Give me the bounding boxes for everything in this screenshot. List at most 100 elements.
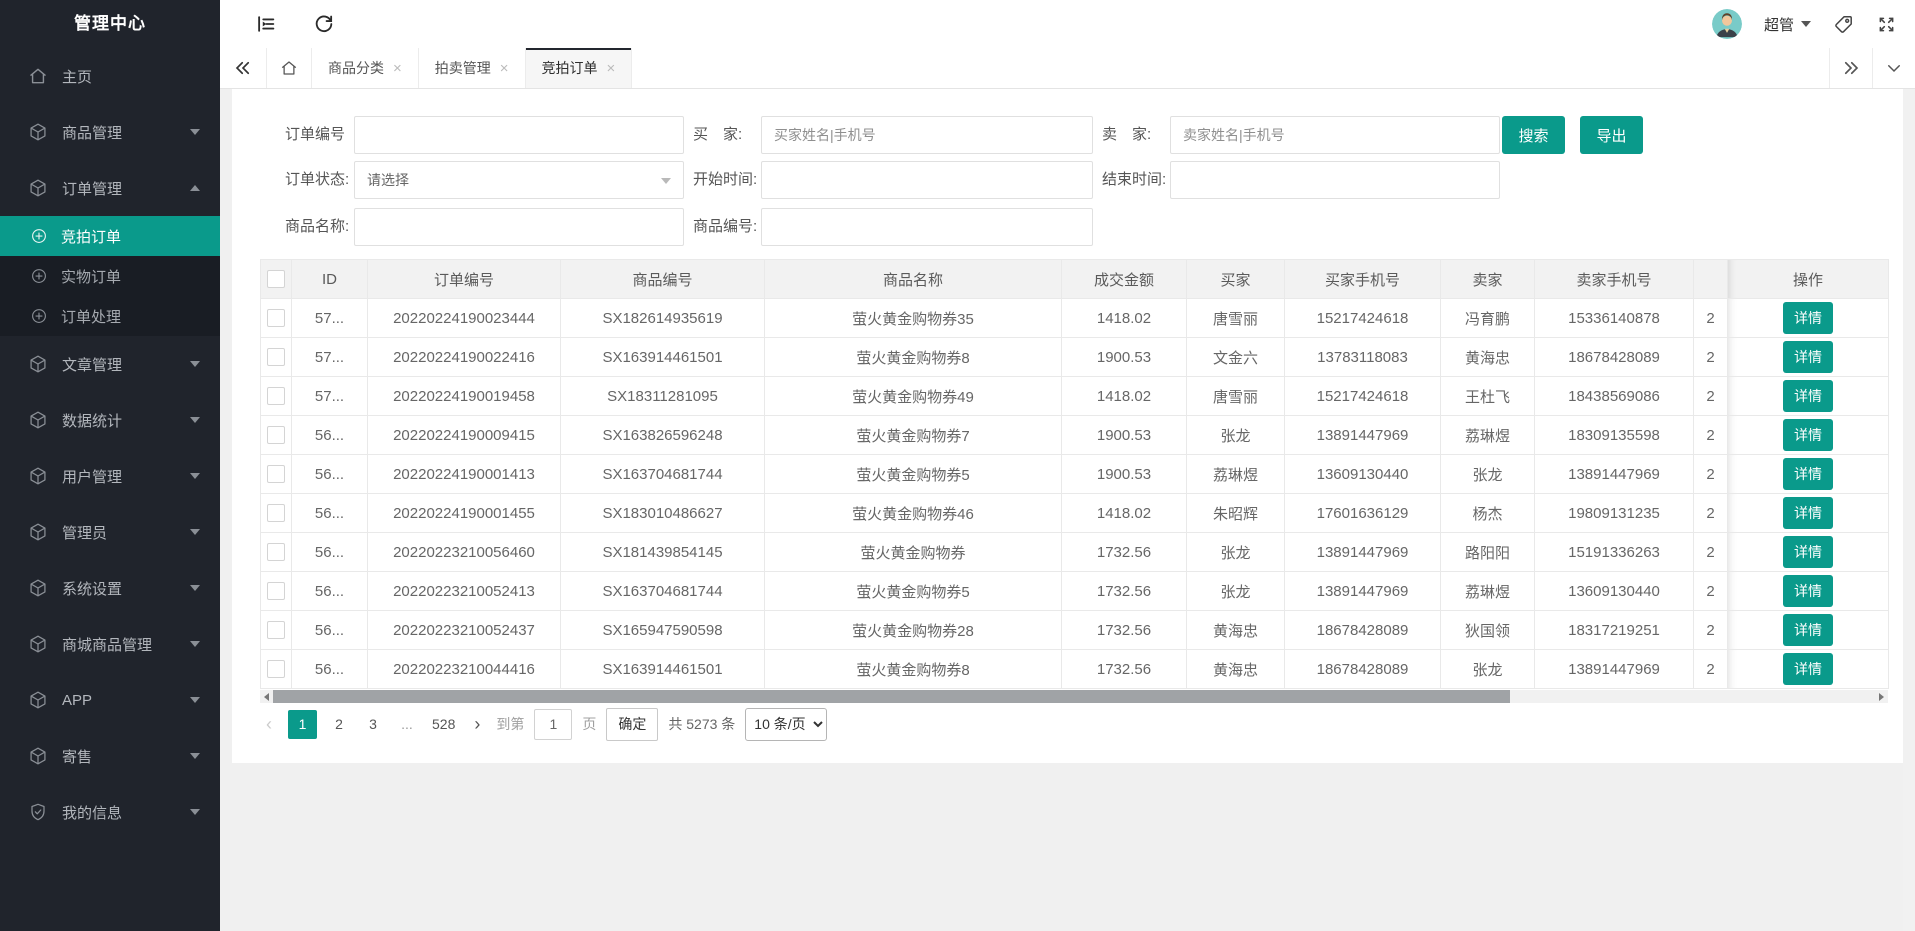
seller-input[interactable]: [1170, 116, 1500, 154]
detail-button[interactable]: 详情: [1783, 380, 1833, 412]
sidebar-item-settings[interactable]: 系统设置: [0, 560, 220, 616]
row-checkbox[interactable]: [267, 387, 285, 405]
export-button[interactable]: 导出: [1580, 116, 1643, 154]
sidebar-item-consignment[interactable]: 寄售: [0, 728, 220, 784]
end-time-input[interactable]: [1170, 161, 1500, 199]
seller-link[interactable]: 杨杰: [1441, 494, 1535, 533]
product-no-input[interactable]: [761, 208, 1093, 246]
sidebar-item-goods[interactable]: 商品管理: [0, 104, 220, 160]
row-checkbox[interactable]: [267, 582, 285, 600]
order-no-input[interactable]: [354, 116, 684, 154]
row-checkbox[interactable]: [267, 426, 285, 444]
row-checkbox[interactable]: [267, 309, 285, 327]
seller-link[interactable]: 狄国领: [1441, 611, 1535, 650]
prev-page-button[interactable]: ‹: [260, 714, 278, 735]
detail-button[interactable]: 详情: [1783, 341, 1833, 373]
order-status-select[interactable]: 请选择: [354, 161, 684, 199]
scroll-right-arrow[interactable]: [1875, 690, 1888, 703]
tag-icon[interactable]: [1833, 14, 1854, 35]
cell-action: 详情: [1728, 299, 1889, 338]
cell-seller-phone: 18438569086: [1535, 377, 1694, 416]
page-button-2[interactable]: 2: [327, 716, 351, 732]
sidebar-item-orders[interactable]: 订单管理: [0, 160, 220, 216]
sidebar-item-statistics[interactable]: 数据统计: [0, 392, 220, 448]
tab-bar: 商品分类×拍卖管理×竞拍订单×: [220, 48, 1915, 89]
product-name-input[interactable]: [354, 208, 684, 246]
detail-button[interactable]: 详情: [1783, 419, 1833, 451]
sidebar-item-app[interactable]: APP: [0, 672, 220, 728]
tabs-menu-icon[interactable]: [1872, 48, 1915, 88]
tab-auction-management[interactable]: 拍卖管理×: [419, 48, 526, 88]
sidebar-item-mall-goods[interactable]: 商城商品管理: [0, 616, 220, 672]
sidebar-item-physical-orders[interactable]: 实物订单: [0, 256, 220, 296]
close-icon[interactable]: ×: [500, 61, 509, 76]
seller-link[interactable]: 张龙: [1441, 650, 1535, 689]
row-checkbox[interactable]: [267, 660, 285, 678]
detail-button[interactable]: 详情: [1783, 458, 1833, 490]
sidebar-item-auction-orders[interactable]: 竞拍订单: [0, 216, 220, 256]
detail-button[interactable]: 详情: [1783, 536, 1833, 568]
cube-icon: [28, 466, 48, 486]
search-button[interactable]: 搜索: [1502, 116, 1565, 154]
row-checkbox[interactable]: [267, 543, 285, 561]
buyer-link[interactable]: 黄海忠: [1187, 611, 1285, 650]
seller-link[interactable]: 王杜飞: [1441, 377, 1535, 416]
buyer-link[interactable]: 朱昭辉: [1187, 494, 1285, 533]
user-menu[interactable]: 超管: [1764, 14, 1811, 35]
detail-button[interactable]: 详情: [1783, 653, 1833, 685]
seller-link[interactable]: 冯育鹏: [1441, 299, 1535, 338]
detail-button[interactable]: 详情: [1783, 614, 1833, 646]
close-icon[interactable]: ×: [393, 61, 402, 76]
buyer-link[interactable]: 唐雪丽: [1187, 377, 1285, 416]
row-checkbox[interactable]: [267, 621, 285, 639]
row-checkbox[interactable]: [267, 465, 285, 483]
cube-icon: [28, 690, 48, 710]
buyer-link[interactable]: 黄海忠: [1187, 650, 1285, 689]
next-page-button[interactable]: ›: [468, 714, 486, 735]
row-checkbox[interactable]: [267, 348, 285, 366]
buyer-link[interactable]: 张龙: [1187, 572, 1285, 611]
seller-link[interactable]: 路阳阳: [1441, 533, 1535, 572]
page-button-528[interactable]: 528: [429, 716, 458, 732]
buyer-link[interactable]: 文金六: [1187, 338, 1285, 377]
sidebar-item-home[interactable]: 主页: [0, 48, 220, 104]
seller-link[interactable]: 张龙: [1441, 455, 1535, 494]
tabs-scroll-right-icon[interactable]: [1829, 48, 1872, 88]
page-button-3[interactable]: 3: [361, 716, 385, 732]
row-checkbox[interactable]: [267, 504, 285, 522]
page-size-select[interactable]: 10 条/页: [745, 708, 827, 741]
start-time-input[interactable]: [761, 161, 1093, 199]
goto-page-input[interactable]: [534, 709, 572, 740]
sidebar-item-order-processing[interactable]: 订单处理: [0, 296, 220, 336]
sidebar-item-my-info[interactable]: 我的信息: [0, 784, 220, 840]
refresh-icon[interactable]: [313, 13, 335, 35]
confirm-button[interactable]: 确定: [606, 708, 658, 741]
sidebar-item-users[interactable]: 用户管理: [0, 448, 220, 504]
close-icon[interactable]: ×: [607, 61, 616, 76]
buyer-link[interactable]: 荔琳煜: [1187, 455, 1285, 494]
vertical-scrollbar[interactable]: [1903, 89, 1915, 931]
buyer-link[interactable]: 张龙: [1187, 533, 1285, 572]
tab-home[interactable]: [266, 48, 312, 88]
tab-goods-category[interactable]: 商品分类×: [312, 48, 419, 88]
buyer-link[interactable]: 唐雪丽: [1187, 299, 1285, 338]
sidebar-item-articles[interactable]: 文章管理: [0, 336, 220, 392]
detail-button[interactable]: 详情: [1783, 575, 1833, 607]
seller-link[interactable]: 荔琳煜: [1441, 572, 1535, 611]
detail-button[interactable]: 详情: [1783, 497, 1833, 529]
select-all-checkbox[interactable]: [267, 270, 285, 288]
buyer-input[interactable]: [761, 116, 1093, 154]
sidebar-toggle-icon[interactable]: [255, 13, 277, 35]
fullscreen-icon[interactable]: [1876, 14, 1897, 35]
avatar[interactable]: [1712, 9, 1742, 39]
scrollbar-thumb[interactable]: [273, 690, 1510, 703]
tabs-scroll-left-icon[interactable]: [220, 48, 266, 88]
buyer-link[interactable]: 张龙: [1187, 416, 1285, 455]
scroll-left-arrow[interactable]: [260, 690, 273, 703]
page-button-1[interactable]: 1: [288, 710, 317, 739]
seller-link[interactable]: 荔琳煜: [1441, 416, 1535, 455]
detail-button[interactable]: 详情: [1783, 302, 1833, 334]
seller-link[interactable]: 黄海忠: [1441, 338, 1535, 377]
tab-auction-orders[interactable]: 竞拍订单×: [526, 48, 633, 88]
sidebar-item-admins[interactable]: 管理员: [0, 504, 220, 560]
